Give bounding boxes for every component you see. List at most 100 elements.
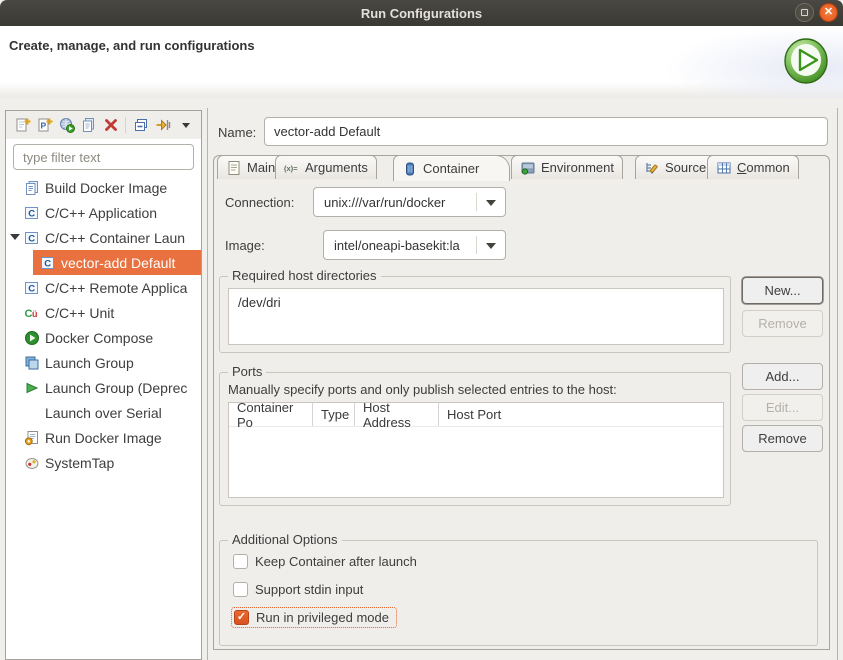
tree-item-systemtap[interactable]: SystemTap — [6, 450, 201, 475]
tree-item-label: C/C++ Remote Applica — [45, 280, 187, 296]
tree-item-label: Docker Compose — [45, 330, 153, 346]
host-directories-list[interactable]: /dev/dri — [228, 288, 724, 345]
run-wizard-icon — [783, 36, 829, 84]
tree-item-cpp-application[interactable]: C C/C++ Application — [6, 200, 201, 225]
configurations-tree: Build Docker Image C C/C++ Application C… — [6, 175, 201, 475]
dialog-header: Create, manage, and run configurations — [0, 26, 843, 98]
tree-item-cpp-container-launcher[interactable]: C C/C++ Container Laun — [6, 225, 201, 250]
close-button[interactable]: ✕ — [819, 3, 838, 22]
new-config-icon[interactable] — [13, 115, 32, 135]
checkbox-unchecked-icon[interactable] — [233, 554, 248, 569]
checkbox-label: Support stdin input — [255, 582, 363, 597]
column-header-container-port[interactable]: Container Po — [229, 403, 313, 426]
tab-label: Container — [423, 161, 479, 176]
svg-text:C: C — [28, 233, 35, 244]
additional-options-group: Additional Options Keep Container after … — [219, 540, 818, 646]
systemtap-icon — [24, 455, 40, 471]
column-header-type[interactable]: Type — [313, 403, 355, 426]
tree-item-cpp-remote-application[interactable]: C C/C++ Remote Applica — [6, 275, 201, 300]
additional-options-title: Additional Options — [228, 532, 342, 547]
maximize-button[interactable] — [795, 3, 814, 22]
connection-combo[interactable]: unix:///var/run/docker — [313, 187, 506, 217]
svg-text:C: C — [28, 208, 35, 219]
support-stdin-checkbox-row[interactable]: Support stdin input — [233, 582, 363, 597]
tree-item-vector-add-default[interactable]: C vector-add Default — [33, 250, 201, 275]
add-port-button[interactable]: Add... — [742, 363, 823, 390]
tree-item-label: C/C++ Application — [45, 205, 157, 221]
tree-item-docker-compose[interactable]: Docker Compose — [6, 325, 201, 350]
privileged-mode-checkbox-row[interactable]: ✓ Run in privileged mode — [231, 607, 397, 628]
keep-container-checkbox-row[interactable]: Keep Container after launch — [233, 554, 417, 569]
tree-item-label: Launch Group — [45, 355, 134, 371]
checkbox-unchecked-icon[interactable] — [233, 582, 248, 597]
toolbar-separator — [125, 117, 126, 133]
ports-table: Container Po Type Host Address Host Port — [228, 402, 724, 498]
main-tab-icon — [226, 160, 242, 176]
menu-dropdown-icon[interactable] — [175, 115, 194, 135]
list-item[interactable]: /dev/dri — [229, 289, 723, 316]
filter-field-wrap — [13, 144, 194, 170]
chevron-down-icon — [486, 243, 496, 249]
tree-item-label: C/C++ Container Laun — [45, 230, 185, 246]
new-prototype-icon[interactable]: P — [35, 115, 54, 135]
tree-item-cpp-unit[interactable]: Cü C/C++ Unit — [6, 300, 201, 325]
connection-value: unix:///var/run/docker — [324, 195, 445, 210]
tab-container[interactable]: Container — [393, 155, 510, 181]
configurations-toolbar: P — [6, 111, 201, 139]
expand-arrow-icon[interactable] — [10, 234, 20, 240]
tab-label: Common — [737, 160, 790, 175]
tab-environment[interactable]: Environment — [511, 155, 623, 179]
host-directories-title: Required host directories — [228, 268, 381, 283]
edit-port-button[interactable]: Edit... — [742, 394, 823, 421]
tab-common[interactable]: Common — [707, 155, 799, 179]
environment-tab-icon — [520, 160, 536, 176]
tab-arguments[interactable]: (x)= Arguments — [275, 155, 377, 179]
checkbox-checked-icon[interactable]: ✓ — [234, 610, 249, 625]
remove-host-dir-button[interactable]: Remove — [742, 310, 823, 337]
ports-table-header: Container Po Type Host Address Host Port — [229, 403, 723, 427]
tree-item-run-docker-image[interactable]: Run Docker Image — [6, 425, 201, 450]
tab-source[interactable]: Source — [635, 155, 715, 179]
title-bar[interactable]: Run Configurations ✕ — [0, 0, 843, 26]
remove-port-button[interactable]: Remove — [742, 425, 823, 452]
image-label: Image: — [225, 238, 265, 253]
run-configurations-dialog: Run Configurations ✕ Create, manage, and… — [0, 0, 843, 660]
configurations-panel: P Build Dock — [5, 110, 202, 660]
column-header-host-port[interactable]: Host Port — [439, 403, 723, 426]
tab-bar: Main (x)= Arguments Container Environmen… — [214, 155, 829, 180]
image-combo[interactable]: intel/oneapi-basekit:la — [323, 230, 506, 260]
tree-item-build-docker-image[interactable]: Build Docker Image — [6, 175, 201, 200]
header-title: Create, manage, and run configurations — [9, 38, 255, 53]
docker-image-icon — [24, 180, 40, 196]
tree-item-label: Launch over Serial — [45, 405, 162, 421]
container-tab-icon — [402, 161, 418, 177]
ports-group: Ports Manually specify ports and only pu… — [219, 372, 731, 506]
collapse-all-icon[interactable] — [131, 115, 150, 135]
name-input[interactable] — [264, 117, 828, 146]
tree-item-label: Run Docker Image — [45, 430, 162, 446]
common-tab-icon — [716, 160, 732, 176]
filter-icon[interactable] — [153, 115, 172, 135]
column-header-host-address[interactable]: Host Address — [355, 403, 439, 426]
delete-icon[interactable] — [101, 115, 120, 135]
checkbox-label: Keep Container after launch — [255, 554, 417, 569]
chevron-down-icon — [486, 200, 496, 206]
tree-item-launch-over-serial[interactable]: Launch over Serial — [6, 400, 201, 425]
svg-text:C: C — [28, 283, 35, 294]
tree-item-launch-group-deprecated[interactable]: Launch Group (Deprec — [6, 375, 201, 400]
cpp-unit-icon: Cü — [24, 305, 40, 321]
new-button[interactable]: New... — [742, 277, 823, 304]
tree-item-label: C/C++ Unit — [45, 305, 114, 321]
tree-item-label: Launch Group (Deprec — [45, 380, 187, 396]
image-value: intel/oneapi-basekit:la — [334, 238, 460, 253]
window-title: Run Configurations — [361, 6, 482, 21]
filter-input[interactable] — [13, 144, 194, 170]
duplicate-icon[interactable] — [79, 115, 98, 135]
tree-item-launch-group[interactable]: Launch Group — [6, 350, 201, 375]
export-config-icon[interactable] — [57, 115, 76, 135]
svg-text:P: P — [40, 121, 46, 131]
arguments-tab-icon: (x)= — [284, 160, 300, 176]
tree-item-label: Build Docker Image — [45, 180, 167, 196]
close-icon: ✕ — [824, 7, 833, 18]
name-label: Name: — [218, 125, 256, 140]
